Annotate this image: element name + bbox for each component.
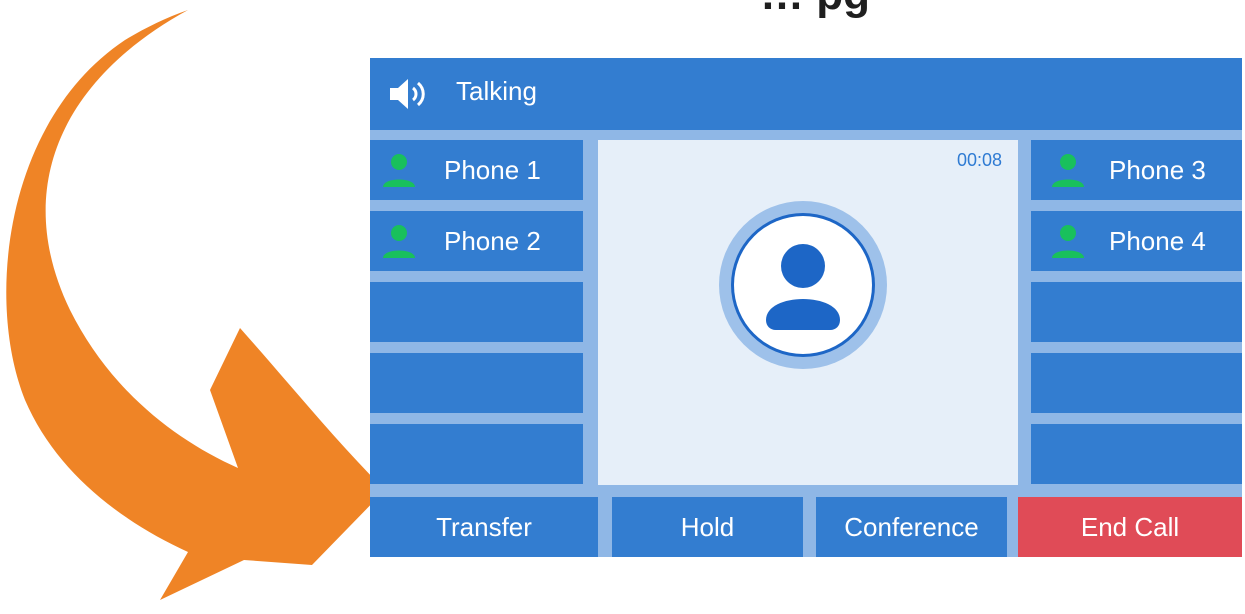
presence-person-icon [1049, 224, 1087, 258]
line-key-empty-left-4[interactable] [370, 353, 583, 413]
presence-person-icon [1049, 153, 1087, 187]
status-header: Talking [370, 58, 1242, 130]
line-key-label: Phone 1 [444, 155, 541, 185]
line-key-empty-right-5[interactable] [1031, 424, 1242, 484]
line-key-label: Phone 4 [1109, 226, 1206, 256]
call-panel: 00:08 [598, 140, 1018, 485]
status-title: Talking [456, 76, 537, 106]
conference-button[interactable]: Conference [816, 497, 1007, 557]
line-key-label: Phone 2 [444, 226, 541, 256]
phone-screen: Talking Phone 1 Phone 2 00:08 Phone 3 Ph… [370, 58, 1242, 557]
line-key-phone-2[interactable]: Phone 2 [370, 211, 583, 271]
speaker-icon [388, 76, 432, 112]
end-call-button[interactable]: End Call [1018, 497, 1242, 557]
call-timer: 00:08 [956, 150, 1002, 170]
line-key-empty-left-3[interactable] [370, 282, 583, 342]
line-key-empty-right-4[interactable] [1031, 353, 1242, 413]
line-key-phone-4[interactable]: Phone 4 [1031, 211, 1242, 271]
hold-button[interactable]: Hold [612, 497, 803, 557]
contact-avatar-icon [718, 200, 888, 370]
line-key-phone-1[interactable]: Phone 1 [370, 140, 583, 200]
line-key-phone-3[interactable]: Phone 3 [1031, 140, 1242, 200]
presence-person-icon [380, 224, 418, 258]
cropped-background-text: … pg [760, 0, 870, 20]
line-key-empty-left-5[interactable] [370, 424, 583, 484]
line-key-label: Phone 3 [1109, 155, 1206, 185]
presence-person-icon [380, 153, 418, 187]
transfer-button[interactable]: Transfer [370, 497, 598, 557]
line-key-empty-right-3[interactable] [1031, 282, 1242, 342]
screenshot-stage: … pg Talking Phone 1 [0, 0, 1245, 614]
